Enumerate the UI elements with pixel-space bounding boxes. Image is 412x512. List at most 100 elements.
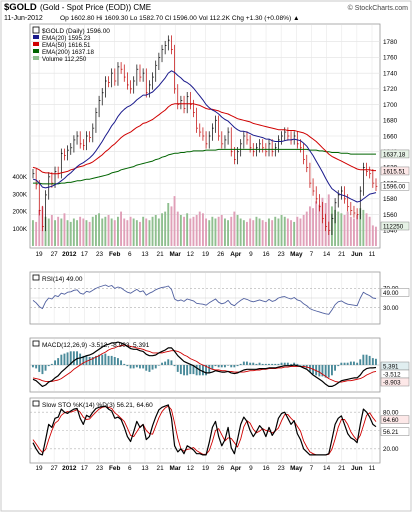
price-y-tick: 1580 — [383, 196, 398, 203]
x-axis-label: 14 — [323, 251, 331, 258]
volume-bar — [268, 218, 270, 246]
macd-histogram-bar — [170, 360, 173, 365]
volume-bar — [192, 216, 195, 246]
x-axis-label: 17 — [81, 251, 89, 258]
volume-bar — [356, 215, 359, 246]
volume-bar — [88, 221, 91, 246]
macd-histogram-bar — [331, 365, 333, 376]
macd-histogram-bar — [268, 363, 270, 365]
macd-histogram-bar — [135, 365, 138, 368]
volume-bar — [145, 218, 148, 246]
x-axis-label: 27 — [51, 251, 59, 258]
macd-histogram-bar — [104, 353, 107, 365]
macd-histogram-bar — [349, 361, 352, 365]
volume-y-tick: 100K — [13, 226, 28, 233]
volume-bar — [309, 206, 311, 246]
x-axis-label: 26 — [217, 251, 225, 258]
volume-legend-swatch — [33, 56, 39, 60]
macd-histogram-bar — [261, 363, 264, 365]
gold-technical-chart: $GOLD (Gold - Spot Price (EOD)) CME © St… — [0, 0, 412, 512]
macd-histogram-bar — [296, 363, 299, 365]
volume-value-label: 112250 — [383, 223, 404, 230]
legend-ema50: EMA(50) 1616.51 — [42, 42, 91, 49]
macd-histogram-bar — [110, 355, 113, 365]
macd-histogram-bar — [356, 362, 359, 365]
volume-bar — [258, 218, 261, 246]
volume-bar — [299, 218, 302, 246]
macd-histogram-bar — [151, 365, 154, 370]
macd-histogram-bar — [371, 358, 374, 365]
volume-bar — [227, 220, 229, 246]
volume-bar — [327, 194, 330, 246]
volume-bar — [264, 221, 267, 246]
volume-bar — [170, 206, 173, 246]
macd-histogram-bar — [179, 365, 182, 375]
volume-bar — [371, 225, 374, 246]
header-name: (Gold - Spot Price (EOD)) CME — [40, 3, 151, 12]
volume-bar — [277, 218, 280, 246]
volume-bar — [69, 221, 72, 246]
volume-bar — [179, 215, 182, 246]
ema50-legend-swatch — [33, 42, 39, 46]
volume-bar — [271, 220, 274, 246]
x-axis-label-bottom: 27 — [51, 465, 59, 472]
x-axis-label-bottom: 23 — [278, 465, 286, 472]
rsi-value-label: 49.00 — [383, 290, 399, 297]
stochastic-y-tick: 20.00 — [383, 446, 399, 453]
volume-bar — [252, 220, 255, 246]
close-value-label: 1596.00 — [383, 184, 406, 191]
macd-histogram-bar — [35, 365, 38, 369]
volume-y-tick: 200K — [13, 209, 28, 216]
macd-histogram-bar — [359, 359, 362, 365]
volume-bar — [132, 218, 135, 246]
macd-histogram-bar — [132, 365, 135, 369]
macd-histogram-bar — [255, 363, 258, 365]
macd-histogram-bar — [79, 353, 82, 365]
price-y-tick: 1660 — [383, 133, 398, 140]
x-axis-label: May — [290, 251, 303, 258]
macd-histogram-bar — [107, 355, 110, 365]
macd-histogram-bar — [217, 365, 220, 368]
x-axis-label-bottom: 23 — [96, 465, 104, 472]
volume-bar — [85, 220, 88, 246]
macd-histogram-bar — [220, 365, 223, 368]
volume-bar — [54, 220, 56, 246]
volume-bar — [164, 211, 167, 246]
volume-bar — [47, 218, 50, 246]
macd-histogram-bar — [186, 365, 189, 376]
macd-histogram-bar — [85, 355, 88, 365]
macd-histogram-bar — [340, 362, 343, 365]
x-axis-label-bottom: 9 — [249, 465, 253, 472]
volume-bar — [107, 215, 110, 246]
volume-bar — [176, 211, 179, 246]
volume-bar — [35, 221, 38, 246]
x-axis-label: Feb — [109, 251, 120, 258]
macd-histogram-bar — [47, 365, 50, 367]
x-axis-label: Mar — [170, 251, 182, 258]
macd-histogram-bar — [183, 365, 185, 376]
volume-bar — [32, 220, 34, 246]
macd-histogram-bar — [337, 365, 340, 367]
x-axis-label: 19 — [35, 251, 43, 258]
macd-histogram-bar — [246, 361, 248, 365]
volume-bar — [296, 216, 299, 246]
macd-histogram-bar — [208, 365, 211, 373]
rsi-y-tick: 30.00 — [383, 305, 399, 312]
x-axis-label: 9 — [249, 251, 253, 258]
volume-y-tick: 400K — [13, 174, 28, 181]
x-axis-label: 19 — [202, 251, 210, 258]
macd-histogram-bar — [176, 365, 179, 372]
macd-histogram-bar — [41, 365, 44, 375]
x-axis-label: 21 — [157, 251, 165, 258]
macd-histogram-bar — [327, 365, 330, 378]
macd-histogram-bar — [239, 363, 242, 365]
volume-bar — [255, 216, 258, 246]
macd-histogram-bar — [290, 363, 292, 365]
volume-bar — [286, 218, 289, 246]
header-quote: Op 1602.80 Hi 1609.30 Lo 1582.70 Cl 1596… — [60, 15, 300, 22]
x-axis-label-bottom: Feb — [109, 465, 120, 472]
volume-bar — [362, 209, 365, 246]
ema200-value-label: 1637.18 — [383, 151, 406, 158]
macd-histogram-bar — [242, 361, 245, 365]
volume-bar — [202, 213, 204, 246]
